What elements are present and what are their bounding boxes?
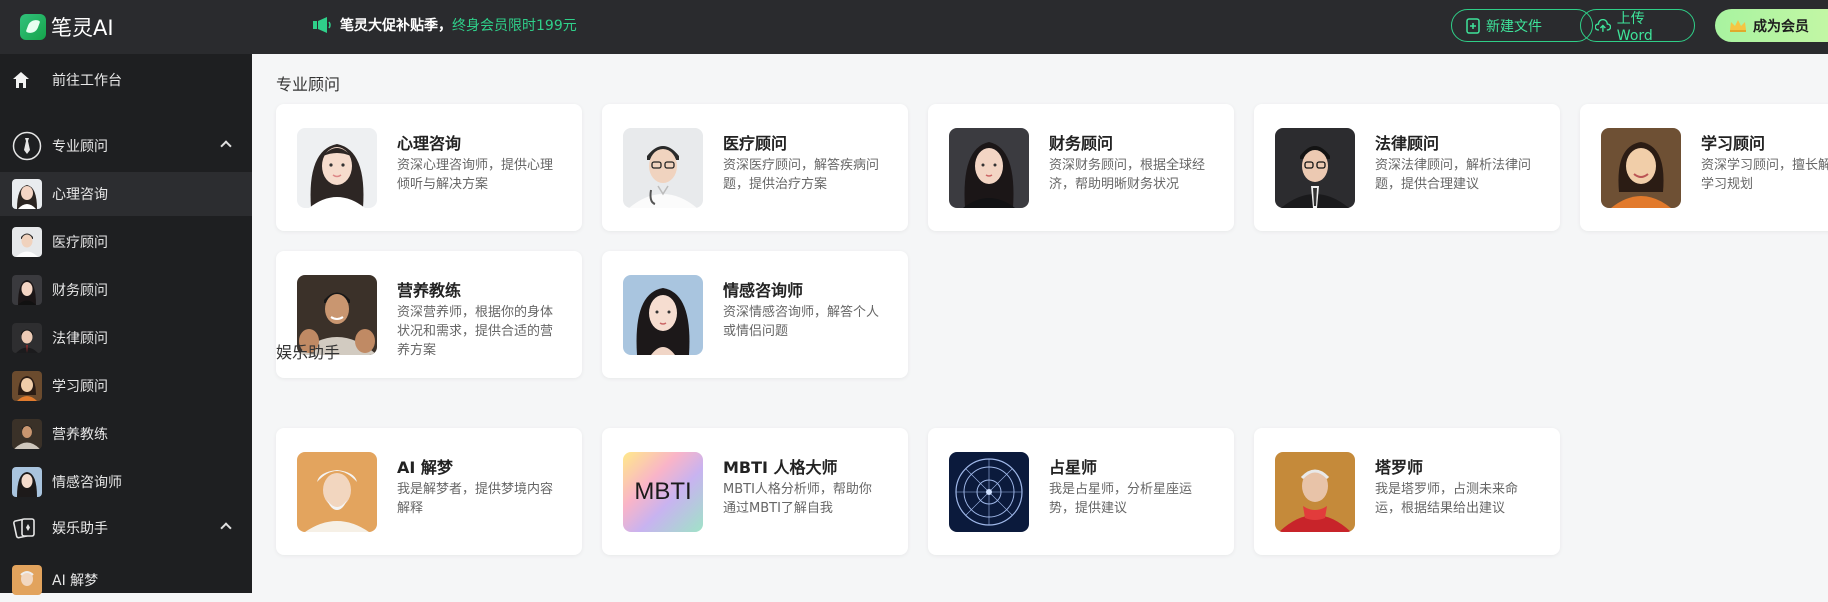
sidebar: 前往工作台 专业顾问 心理咨询 医疗顾问 财务顾问 法律顾问 学习顾问 营养教练…	[0, 54, 252, 595]
psychology-portrait	[297, 128, 377, 208]
card-title: 学习顾问	[1701, 134, 1766, 153]
new-file-label: 新建文件	[1486, 18, 1542, 35]
card-description: 我是解梦者，提供梦境内容解释	[397, 482, 554, 516]
psychology-avatar	[12, 179, 42, 209]
file-plus-icon	[1466, 17, 1480, 34]
sidebar-item-psychology[interactable]: 心理咨询	[0, 172, 252, 216]
card-description: 资深心理咨询师，提供心理倾听与解决方案	[397, 158, 554, 192]
tie-icon	[12, 131, 42, 161]
card-tarot[interactable]: 塔罗师 我是塔罗师，占测未来命运，根据结果给出建议	[1254, 428, 1560, 555]
crown-icon	[1730, 19, 1746, 32]
sidebar-item-study[interactable]: 学习顾问	[0, 364, 252, 408]
card-title: MBTI 人格大师	[723, 458, 838, 477]
legal-portrait	[1275, 128, 1355, 208]
card-title: 财务顾问	[1049, 134, 1114, 153]
finance-portrait	[949, 128, 1029, 208]
study-avatar	[12, 371, 42, 401]
card-description: 资深法律顾问，解析法律问题，提供合理建议	[1375, 158, 1532, 192]
medical-portrait	[623, 128, 703, 208]
card-description: 资深医疗顾问，解答疾病问题，提供治疗方案	[723, 158, 880, 192]
become-vip-label: 成为会员	[1753, 18, 1809, 35]
sidebar-item-label: 营养教练	[52, 427, 108, 443]
card-title: 塔罗师	[1375, 458, 1424, 477]
ai-dream-portrait	[297, 452, 377, 532]
sidebar-group-label: 娱乐助手	[52, 521, 108, 537]
cards-icon	[13, 518, 35, 539]
card-title: 营养教练	[397, 281, 462, 300]
sidebar-item-finance[interactable]: 财务顾问	[0, 268, 252, 312]
become-vip-button[interactable]: 成为会员	[1715, 9, 1828, 42]
card-emotion[interactable]: 情感咨询师 资深情感咨询师，解答个人或情侣问题	[602, 251, 908, 378]
section-title-professional: 专业顾问	[276, 75, 341, 94]
card-medical[interactable]: 医疗顾问 资深医疗顾问，解答疾病问题，提供治疗方案	[602, 104, 908, 231]
nutrition-avatar	[12, 419, 42, 449]
ai-dream-avatar	[12, 565, 42, 595]
upload-word-label: 上传Word	[1616, 10, 1653, 44]
megaphone-icon	[313, 17, 331, 33]
app-name: 笔灵AI	[51, 16, 114, 40]
card-ai-dream[interactable]: AI 解梦 我是解梦者，提供梦境内容解释	[276, 428, 582, 555]
card-finance[interactable]: 财务顾问 资深财务顾问，根据全球经济，帮助明晰财务状况	[928, 104, 1234, 231]
sidebar-item-nutrition[interactable]: 营养教练	[0, 412, 252, 456]
promo-text: 笔灵大促补贴季，	[340, 18, 452, 34]
study-portrait	[1601, 128, 1681, 208]
sidebar-item-emotion[interactable]: 情感咨询师	[0, 460, 252, 504]
top-bar: 笔灵AI 笔灵大促补贴季， 终身会员限时199元 新建文件 上传Word 成为会…	[0, 0, 1828, 54]
legal-avatar	[12, 323, 42, 353]
card-title: 心理咨询	[397, 134, 462, 153]
card-legal[interactable]: 法律顾问 资深法律顾问，解析法律问题，提供合理建议	[1254, 104, 1560, 231]
sidebar-workspace-label: 前往工作台	[52, 73, 122, 89]
card-psychology[interactable]: 心理咨询 资深心理咨询师，提供心理倾听与解决方案	[276, 104, 582, 231]
upload-word-button[interactable]: 上传Word	[1580, 9, 1695, 44]
sidebar-group-entertainment[interactable]: 娱乐助手	[0, 506, 252, 550]
finance-avatar	[12, 275, 42, 305]
card-description: 资深财务顾问，根据全球经济，帮助明晰财务状况	[1049, 158, 1206, 192]
sidebar-item-legal[interactable]: 法律顾问	[0, 316, 252, 360]
emotion-avatar	[12, 467, 42, 497]
card-title: 法律顾问	[1375, 134, 1440, 153]
card-description: MBTI人格分析师，帮助你通过MBTI了解自我	[723, 482, 872, 516]
card-description: 资深情感咨询师，解答个人或情侣问题	[723, 305, 880, 339]
mbti-logo: MBTI	[623, 452, 703, 532]
app-logo[interactable]: 笔灵AI	[20, 12, 114, 42]
card-title: 情感咨询师	[723, 281, 804, 300]
card-study[interactable]: 学习顾问 资深学习顾问，擅长解答和学习规划	[1580, 104, 1828, 231]
card-mbti[interactable]: MBTI MBTI 人格大师 MBTI人格分析师，帮助你通过MBTI了解自我	[602, 428, 908, 555]
sidebar-item-label: 学习顾问	[52, 379, 108, 395]
sidebar-item-label: 医疗顾问	[52, 235, 108, 251]
sidebar-group-label: 专业顾问	[52, 139, 108, 155]
chevron-up-icon[interactable]	[220, 140, 232, 152]
card-description: 资深营养师，根据你的身体状况和需求，提供合适的营养方案	[397, 305, 554, 358]
promo-highlight: 终身会员限时199元	[452, 18, 577, 34]
card-title: AI 解梦	[397, 458, 453, 477]
logo-leaf-icon	[20, 14, 46, 40]
sidebar-item-label: 法律顾问	[52, 331, 108, 347]
sidebar-item-label: AI 解梦	[52, 573, 99, 589]
cloud-upload-icon	[1595, 18, 1611, 32]
main-content: 专业顾问 心理咨询 资深心理咨询师，提供心理倾听与解决方案 医疗顾问 资深医疗顾…	[252, 54, 1828, 593]
zodiac-wheel-image	[949, 452, 1029, 532]
sidebar-item-label: 情感咨询师	[52, 475, 122, 491]
chevron-up-icon[interactable]	[220, 522, 232, 534]
sidebar-group-professional[interactable]: 专业顾问	[0, 120, 252, 172]
section-title-entertainment: 娱乐助手	[276, 343, 341, 362]
new-file-button[interactable]: 新建文件	[1451, 9, 1593, 42]
home-icon	[13, 72, 29, 88]
card-title: 占星师	[1049, 458, 1098, 477]
card-astrology[interactable]: 占星师 我是占星师，分析星座运势，提供建议	[928, 428, 1234, 555]
emotion-portrait	[623, 275, 703, 355]
mbti-logo-text: MBTI	[634, 478, 692, 505]
sidebar-workspace-link[interactable]: 前往工作台	[0, 54, 252, 106]
card-description: 资深学习顾问，擅长解答和学习规划	[1701, 158, 1828, 192]
medical-avatar	[12, 227, 42, 257]
tarot-portrait	[1275, 452, 1355, 532]
card-description: 我是占星师，分析星座运势，提供建议	[1049, 482, 1193, 516]
card-title: 医疗顾问	[723, 134, 788, 153]
sidebar-item-label: 心理咨询	[52, 187, 108, 203]
card-description: 我是塔罗师，占测未来命运，根据结果给出建议	[1375, 482, 1519, 516]
sidebar-item-ai-dream[interactable]: AI 解梦	[0, 558, 252, 602]
promo-banner[interactable]: 笔灵大促补贴季， 终身会员限时199元	[312, 15, 577, 35]
sidebar-item-medical[interactable]: 医疗顾问	[0, 220, 252, 264]
sidebar-item-label: 财务顾问	[52, 283, 108, 299]
